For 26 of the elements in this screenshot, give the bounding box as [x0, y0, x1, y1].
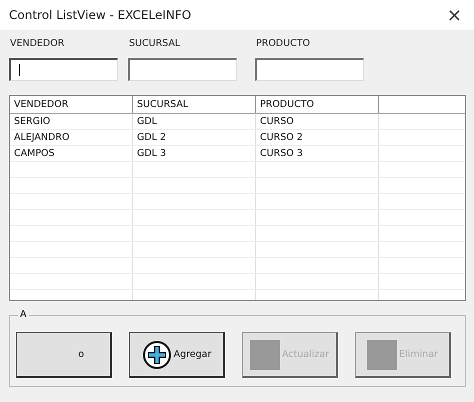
table-cell: GDL 3 [133, 146, 256, 161]
close-button[interactable]: × [446, 4, 462, 26]
input-field[interactable] [128, 58, 237, 81]
command-button[interactable]: o [16, 332, 112, 378]
input-field[interactable] [255, 58, 364, 81]
field-label: SUCURSAL [128, 38, 182, 49]
table-cell: CURSO [256, 114, 379, 129]
field-label: VENDEDOR [9, 38, 66, 49]
input-field[interactable] [9, 58, 118, 81]
table-cell: CURSO 3 [256, 146, 379, 161]
column-header[interactable]: VENDEDOR [10, 96, 133, 113]
table-cell: CURSO 2 [256, 130, 379, 145]
command-button[interactable]: Agregar [129, 332, 225, 378]
square-icon [250, 340, 280, 370]
table-cell: GDL 2 [133, 130, 256, 145]
square-icon [367, 340, 398, 370]
field-label: PRODUCTO [255, 38, 311, 49]
window-title: Control ListView - EXCELeINFO [9, 8, 192, 22]
column-header[interactable]: SUCURSAL [133, 96, 256, 113]
table-cell: CAMPOS [10, 146, 133, 161]
plus-icon [142, 340, 172, 370]
group-caption: A [18, 309, 28, 320]
table-cell: GDL [133, 114, 256, 129]
column-header[interactable]: PRODUCTO [256, 96, 379, 113]
table-cell: ALEJANDRO [10, 130, 133, 145]
table-cell: SERGIO [10, 114, 133, 129]
